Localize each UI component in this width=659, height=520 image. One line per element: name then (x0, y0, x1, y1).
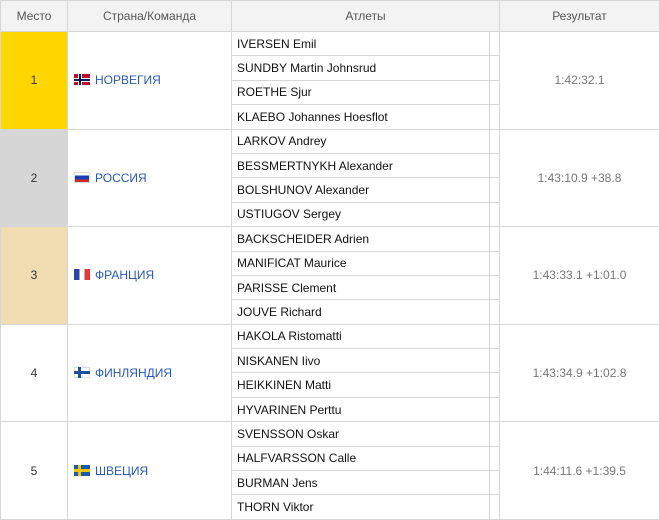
table-row: 4 ФИНЛЯНДИЯ HAKOLA Ristomatti 1:43:34.9 … (1, 324, 659, 348)
athlete-name: HAKOLA Ristomatti (232, 324, 490, 348)
country-link[interactable]: ФИНЛЯНДИЯ (95, 366, 172, 380)
athlete-name: HYVARINEN Perttu (232, 397, 490, 421)
athlete-name: ROETHE Sjur (232, 80, 490, 104)
result-cell: 1:43:33.1 +1:01.0 (500, 227, 659, 325)
blank-cell (490, 251, 500, 275)
athlete-name: MANIFICAT Maurice (232, 251, 490, 275)
blank-cell (490, 129, 500, 153)
athlete-name: PARISSE Clement (232, 275, 490, 299)
blank-cell (490, 422, 500, 446)
table-row: 5 ШВЕЦИЯ SVENSSON Oskar 1:44:11.6 +1:39.… (1, 422, 659, 446)
france-flag-icon (74, 269, 90, 280)
blank-cell (490, 397, 500, 421)
place-cell: 4 (1, 324, 68, 422)
blank-cell (490, 202, 500, 226)
blank-cell (490, 178, 500, 202)
blank-cell (490, 471, 500, 495)
athlete-name: SUNDBY Martin Johnsrud (232, 56, 490, 80)
place-cell: 1 (1, 32, 68, 130)
blank-cell (490, 349, 500, 373)
blank-cell (490, 446, 500, 470)
country-cell: ФИНЛЯНДИЯ (68, 324, 232, 422)
header-athletes[interactable]: Атлеты (232, 1, 500, 32)
russia-flag-icon (74, 172, 90, 183)
place-cell: 5 (1, 422, 68, 520)
table-row: 3 ФРАНЦИЯ BACKSCHEIDER Adrien 1:43:33.1 … (1, 227, 659, 251)
country-cell: ФРАНЦИЯ (68, 227, 232, 325)
country-link[interactable]: ФРАНЦИЯ (95, 268, 154, 282)
blank-cell (490, 495, 500, 519)
athlete-name: NISKANEN Iivo (232, 349, 490, 373)
result-cell: 1:44:11.6 +1:39.5 (500, 422, 659, 520)
norway-flag-icon (74, 74, 90, 85)
athlete-name: LARKOV Andrey (232, 129, 490, 153)
athlete-name: BESSMERTNYKH Alexander (232, 153, 490, 177)
table-row: 1 НОРВЕГИЯ IVERSEN Emil 1:42:32.1 (1, 32, 659, 56)
place-cell: 3 (1, 227, 68, 325)
blank-cell (490, 373, 500, 397)
blank-cell (490, 32, 500, 56)
sweden-flag-icon (74, 465, 90, 476)
country-link[interactable]: ШВЕЦИЯ (95, 464, 148, 478)
blank-cell (490, 56, 500, 80)
athlete-name: USTIUGOV Sergey (232, 202, 490, 226)
finland-flag-icon (74, 367, 90, 378)
header-place[interactable]: Место (1, 1, 68, 32)
athlete-name: JOUVE Richard (232, 300, 490, 324)
blank-cell (490, 80, 500, 104)
country-cell: ШВЕЦИЯ (68, 422, 232, 520)
table-header-row: Место Страна/Команда Атлеты Результат (1, 1, 659, 32)
results-table: Место Страна/Команда Атлеты Результат 1 … (0, 0, 659, 520)
athlete-name: SVENSSON Oskar (232, 422, 490, 446)
header-country[interactable]: Страна/Команда (68, 1, 232, 32)
blank-cell (490, 324, 500, 348)
country-link[interactable]: НОРВЕГИЯ (95, 73, 161, 87)
blank-cell (490, 275, 500, 299)
blank-cell (490, 105, 500, 129)
athlete-name: BURMAN Jens (232, 471, 490, 495)
athlete-name: THORN Viktor (232, 495, 490, 519)
athlete-name: KLAEBO Johannes Hoesflot (232, 105, 490, 129)
table-row: 2 РОССИЯ LARKOV Andrey 1:43:10.9 +38.8 (1, 129, 659, 153)
country-link[interactable]: РОССИЯ (95, 171, 147, 185)
result-cell: 1:42:32.1 (500, 32, 659, 130)
country-cell: РОССИЯ (68, 129, 232, 227)
athlete-name: HALFVARSSON Calle (232, 446, 490, 470)
athlete-name: HEIKKINEN Matti (232, 373, 490, 397)
result-cell: 1:43:34.9 +1:02.8 (500, 324, 659, 422)
athlete-name: BOLSHUNOV Alexander (232, 178, 490, 202)
country-cell: НОРВЕГИЯ (68, 32, 232, 130)
result-cell: 1:43:10.9 +38.8 (500, 129, 659, 227)
athlete-name: IVERSEN Emil (232, 32, 490, 56)
blank-cell (490, 227, 500, 251)
place-cell: 2 (1, 129, 68, 227)
blank-cell (490, 300, 500, 324)
blank-cell (490, 153, 500, 177)
header-result[interactable]: Результат (500, 1, 659, 32)
athlete-name: BACKSCHEIDER Adrien (232, 227, 490, 251)
